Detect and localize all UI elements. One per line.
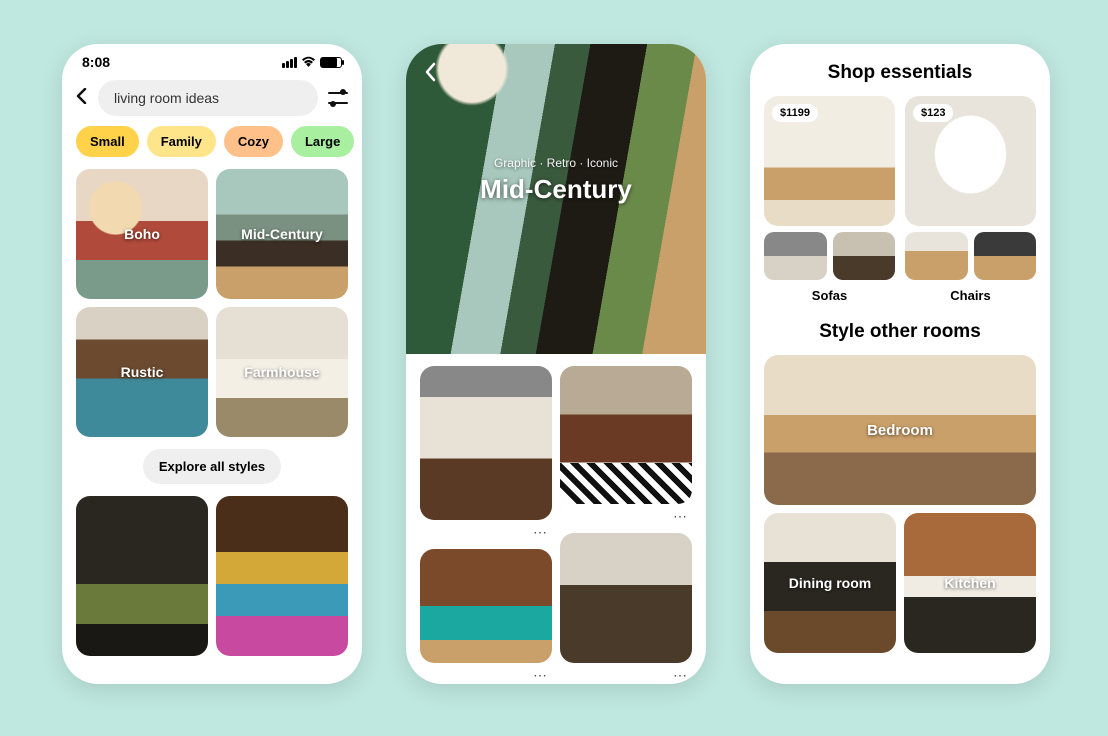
pin[interactable] <box>420 549 552 663</box>
room-label: Bedroom <box>867 422 933 439</box>
style-grid: Boho Mid-Century Rustic Farmhouse <box>62 169 362 437</box>
shop-thumb[interactable] <box>974 232 1037 280</box>
style-tile[interactable]: Boho <box>76 169 208 299</box>
shop-category[interactable]: $123 Chairs <box>905 96 1036 303</box>
room-label: Kitchen <box>944 575 995 591</box>
filter-chip[interactable]: Family <box>147 126 216 157</box>
result-image <box>76 496 208 656</box>
hero-title: Mid-Century <box>406 174 706 205</box>
explore-all-button[interactable]: Explore all styles <box>143 449 281 484</box>
back-button[interactable] <box>424 62 438 88</box>
shop-category-label: Chairs <box>905 288 1036 303</box>
screen-shop-related: Shop essentials $1199 Sofas $123 Chairs Sty… <box>750 44 1050 684</box>
status-icons <box>282 55 342 70</box>
result-tile[interactable] <box>76 496 208 656</box>
signal-icon <box>282 57 297 68</box>
shop-section-title: Shop essentials <box>750 44 1050 96</box>
filter-icon[interactable] <box>328 88 348 108</box>
rooms-grid: Bedroom Dining room Kitchen <box>750 355 1050 653</box>
pin-image <box>420 549 552 663</box>
style-tile[interactable]: Rustic <box>76 307 208 437</box>
pin[interactable] <box>560 366 692 504</box>
explore-row: Explore all styles <box>62 437 362 496</box>
room-tile-bedroom[interactable]: Bedroom <box>764 355 1036 505</box>
pin-image <box>560 366 692 504</box>
shop-category[interactable]: $1199 Sofas <box>764 96 895 303</box>
style-label: Rustic <box>121 364 164 380</box>
room-tile[interactable]: Kitchen <box>904 513 1036 653</box>
room-label: Dining room <box>789 575 871 591</box>
more-results-grid <box>62 496 362 656</box>
shop-thumbs <box>764 232 895 280</box>
rooms-section-title: Style other rooms <box>750 303 1050 355</box>
shop-thumb[interactable] <box>764 232 827 280</box>
pin-overflow-icon[interactable]: ⋯ <box>560 508 692 525</box>
room-tile[interactable]: Dining room <box>764 513 896 653</box>
result-tile[interactable] <box>216 496 348 656</box>
shop-thumb[interactable] <box>905 232 968 280</box>
style-label: Mid-Century <box>241 226 323 242</box>
shop-thumbs <box>905 232 1036 280</box>
shop-categories: $1199 Sofas $123 Chairs <box>750 96 1050 303</box>
filter-chip[interactable]: Large <box>291 126 354 157</box>
price-badge: $123 <box>913 104 953 122</box>
pin[interactable] <box>420 366 552 520</box>
wifi-icon <box>301 55 316 70</box>
filter-chip[interactable]: Small <box>76 126 139 157</box>
status-bar: 8:08 <box>62 44 362 74</box>
style-label: Farmhouse <box>244 364 319 380</box>
style-tile[interactable]: Farmhouse <box>216 307 348 437</box>
search-input[interactable]: living room ideas <box>98 80 318 116</box>
result-image <box>216 496 348 656</box>
filter-chips[interactable]: SmallFamilyCozyLargeLayo <box>62 126 362 169</box>
style-tile[interactable]: Mid-Century <box>216 169 348 299</box>
price-badge: $1199 <box>772 104 818 122</box>
style-hero: Graphic · Retro · Iconic Mid-Century <box>406 44 706 354</box>
battery-icon <box>320 57 342 68</box>
back-button[interactable] <box>76 88 88 109</box>
pin[interactable] <box>560 533 692 663</box>
shop-product[interactable]: $123 <box>905 96 1036 226</box>
filter-chip[interactable]: Cozy <box>224 126 283 157</box>
shop-category-label: Sofas <box>764 288 895 303</box>
pin-image <box>560 533 692 663</box>
pin-image <box>420 366 552 520</box>
status-time: 8:08 <box>82 54 110 70</box>
shop-product[interactable]: $1199 <box>764 96 895 226</box>
pin-overflow-icon[interactable]: ⋯ <box>560 667 692 684</box>
screen-search-results: 8:08 living room ideas Small Family Cozy La… <box>62 44 362 684</box>
search-row: living room ideas <box>62 74 362 126</box>
shop-thumb[interactable] <box>833 232 896 280</box>
pin-overflow-icon[interactable]: ⋯ <box>420 667 552 684</box>
pin-overflow-icon[interactable]: ⋯ <box>420 524 552 541</box>
pin-masonry[interactable]: ⋯ ⋯ ⋯ ⋯ <box>406 354 706 684</box>
style-label: Boho <box>124 226 160 242</box>
hero-tags: Graphic · Retro · Iconic <box>406 156 706 170</box>
screen-style-detail: Graphic · Retro · Iconic Mid-Century ⋯ ⋯ … <box>406 44 706 684</box>
